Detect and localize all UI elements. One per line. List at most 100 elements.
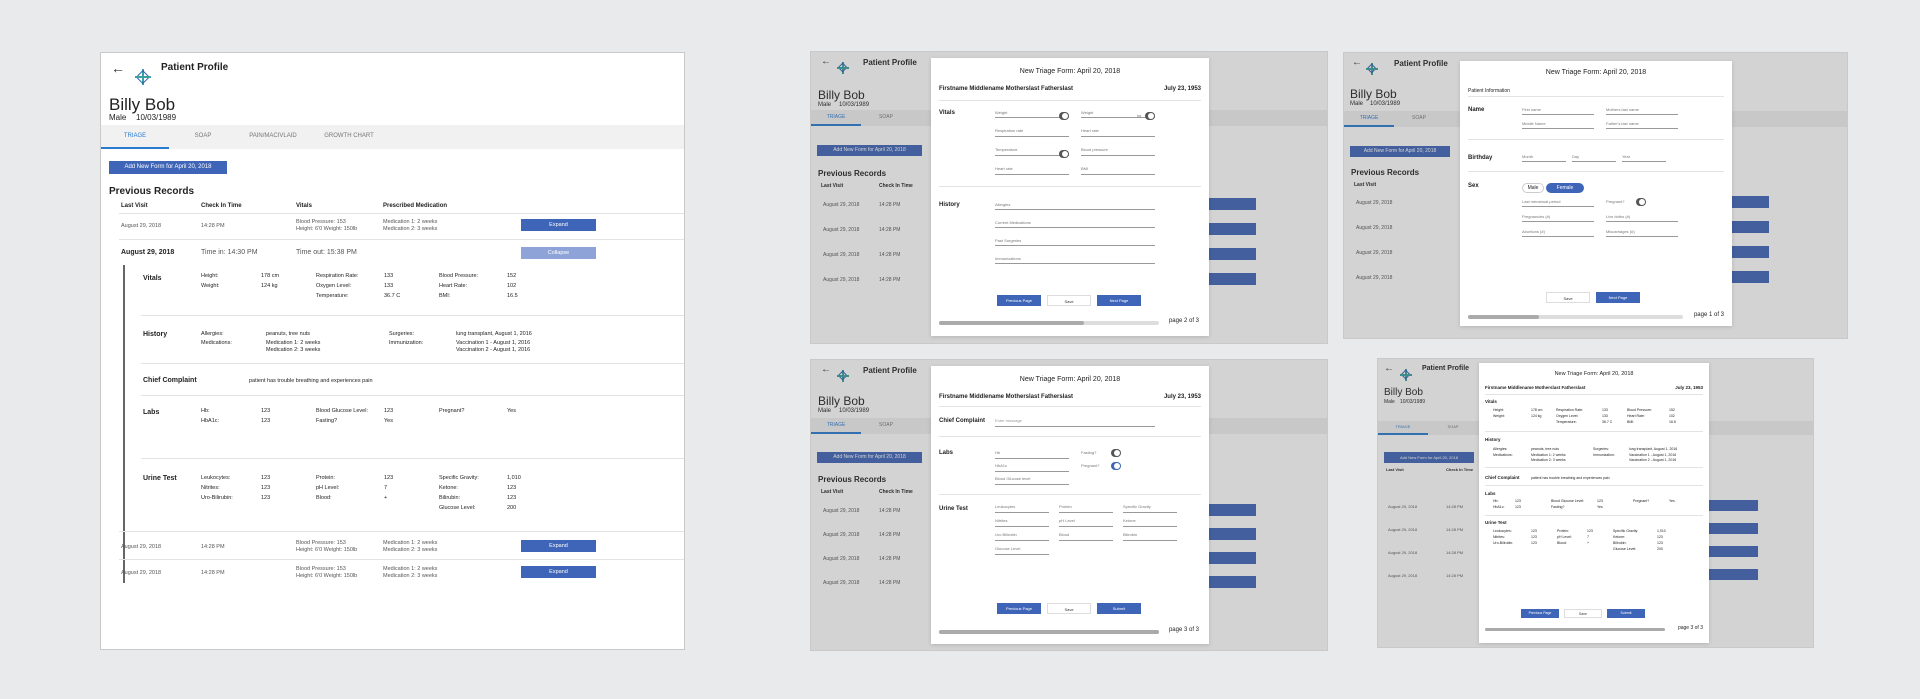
medication-1: Medication 1: 2 weeks <box>266 340 321 346</box>
leukocytes-input[interactable] <box>995 511 1049 513</box>
form-patient-dob: July 23, 1953 <box>1163 394 1201 400</box>
save-button[interactable]: Save <box>1546 292 1590 303</box>
abortions-input[interactable] <box>1522 235 1594 237</box>
unit-toggle[interactable] <box>1145 112 1155 120</box>
allergies-input[interactable] <box>995 208 1155 210</box>
chief-complaint-input[interactable]: Enter message <box>995 418 1022 423</box>
expand-button[interactable]: Expand <box>521 566 596 578</box>
collapse-button[interactable]: Collapse <box>521 247 596 259</box>
record-date: August 29, 2018 <box>121 544 162 550</box>
history-label: History <box>1485 437 1501 442</box>
bilirubin-input[interactable] <box>1123 539 1177 541</box>
save-button[interactable]: Save <box>1564 609 1602 618</box>
specific-gravity-label: Specific Gravity <box>1123 504 1151 509</box>
top-bar: ← Patient Profile <box>101 53 684 85</box>
record-vitals-2: Height: 6'0 Weight: 150lb <box>296 573 358 579</box>
patient-info-section: Patient Information <box>1468 88 1510 94</box>
lmp-input[interactable] <box>1522 205 1594 207</box>
record-time: 14:28 PM <box>201 570 225 576</box>
vaccination-1: Vaccination 1 - August 1, 2016 <box>1629 453 1677 457</box>
save-button[interactable]: Save <box>1047 295 1091 306</box>
immunizations-input[interactable] <box>995 262 1155 264</box>
heart-rate-label: Heart rate <box>1081 128 1099 133</box>
review-urine-grid: Leukocytes: 123 Protein: 123 Specific Gravit… <box>1493 529 1666 551</box>
surgeries-label: Surgeries: <box>1593 447 1609 451</box>
respiration-label: Respiration rate <box>995 128 1024 133</box>
previous-records-title: Previous Records <box>109 186 195 197</box>
save-button[interactable]: Save <box>1047 603 1091 614</box>
blood-pressure-input[interactable] <box>1081 154 1155 156</box>
back-arrow-icon[interactable]: ← <box>111 60 125 76</box>
hb-input[interactable] <box>995 457 1069 459</box>
chief-complaint-section-label: Chief Complaint <box>939 418 985 424</box>
history-label: History <box>143 331 168 338</box>
submit-button[interactable]: Submit <box>1607 609 1645 618</box>
progress-bar <box>1485 628 1665 631</box>
tab-triage[interactable]: TRIAGE <box>101 125 169 149</box>
record-time: 14:28 PM <box>201 544 225 550</box>
pregnant-toggle[interactable] <box>1636 198 1646 206</box>
tab-bar: TRIAGE SOAP PAIN/MACIVLAID GROWTH CHART <box>101 125 684 149</box>
tab-soap[interactable]: SOAP <box>169 125 237 149</box>
sex-male-option[interactable]: Male <box>1522 183 1544 193</box>
protein-input[interactable] <box>1059 511 1113 513</box>
weight-input[interactable] <box>995 116 1069 118</box>
mothers-last-name-label: Mothers last name <box>1606 107 1639 112</box>
previous-page-button[interactable]: Previous Page <box>997 603 1041 614</box>
expand-button[interactable]: Expand <box>521 540 596 552</box>
fasting-toggle[interactable] <box>1111 449 1121 457</box>
glucose-input[interactable] <box>995 553 1049 555</box>
specific-gravity-input[interactable] <box>1123 511 1177 513</box>
temperature-label: Temperature <box>995 147 1018 152</box>
year-input[interactable] <box>1622 160 1666 162</box>
heart-rate-input[interactable] <box>995 173 1069 175</box>
unit-toggle[interactable] <box>1059 112 1069 120</box>
tab-growth-chart[interactable]: GROWTH CHART <box>309 125 389 149</box>
month-input[interactable] <box>1522 160 1566 162</box>
blood-glucose-input[interactable] <box>995 483 1069 485</box>
fathers-last-name-input[interactable] <box>1606 127 1678 129</box>
add-new-form-button[interactable]: Add New Form for April 20, 2018 <box>109 161 227 174</box>
uro-bilirubin-input[interactable] <box>995 539 1049 541</box>
sex-female-option[interactable]: Female <box>1546 183 1584 193</box>
ph-input[interactable] <box>1059 525 1113 527</box>
bmi-input[interactable] <box>1081 173 1155 175</box>
medication-2: Medication 2: 3 weeks <box>1531 458 1566 462</box>
ketone-input[interactable] <box>1123 525 1177 527</box>
respiration-input[interactable] <box>995 135 1069 137</box>
vaccination-2: Vaccination 2 - August 1, 2016 <box>1629 458 1677 462</box>
pregnancies-input[interactable] <box>1522 220 1594 222</box>
current-meds-input[interactable] <box>995 226 1155 228</box>
hba1c-input[interactable] <box>995 470 1069 472</box>
chief-complaint-label: Chief Complaint <box>1485 475 1520 480</box>
middle-name-input[interactable] <box>1522 127 1594 129</box>
next-page-button[interactable]: Next Page <box>1596 292 1640 303</box>
birthday-label: Birthday <box>1468 155 1493 161</box>
miscarriages-input[interactable] <box>1606 235 1678 237</box>
form-title: New Triage Form: April 20, 2018 <box>1019 68 1121 75</box>
heart-rate-input[interactable] <box>1081 135 1155 137</box>
form-patient-name: Firstname Middlename Motherslast Fathers… <box>939 394 1074 400</box>
urine-test-label: Urine Test <box>1485 520 1507 525</box>
medications-label: Medications: <box>201 340 232 346</box>
heart-rate-label: Heart rate <box>995 166 1013 171</box>
chief-complaint-text: patient has trouble breathing and experi… <box>249 378 373 384</box>
nitrites-input[interactable] <box>995 525 1049 527</box>
page-indicator: page 1 of 3 <box>1693 312 1724 318</box>
pregnant-toggle[interactable] <box>1111 462 1121 470</box>
blood-input[interactable] <box>1059 539 1113 541</box>
past-surgeries-input[interactable] <box>995 244 1155 246</box>
day-input[interactable] <box>1572 160 1616 162</box>
expand-button[interactable]: Expand <box>521 219 596 231</box>
tab-pain[interactable]: PAIN/MACIVLAID <box>237 125 309 149</box>
live-births-input[interactable] <box>1606 220 1678 222</box>
unit-toggle[interactable] <box>1059 150 1069 158</box>
mothers-last-name-input[interactable] <box>1606 113 1678 115</box>
next-page-button[interactable]: Next Page <box>1097 295 1141 306</box>
submit-button[interactable]: Submit <box>1097 603 1141 614</box>
previous-page-button[interactable]: Previous Page <box>997 295 1041 306</box>
temperature-input[interactable] <box>995 154 1069 156</box>
first-name-input[interactable] <box>1522 113 1594 115</box>
weight-input[interactable] <box>1081 116 1155 118</box>
previous-page-button[interactable]: Previous Page <box>1521 609 1559 618</box>
